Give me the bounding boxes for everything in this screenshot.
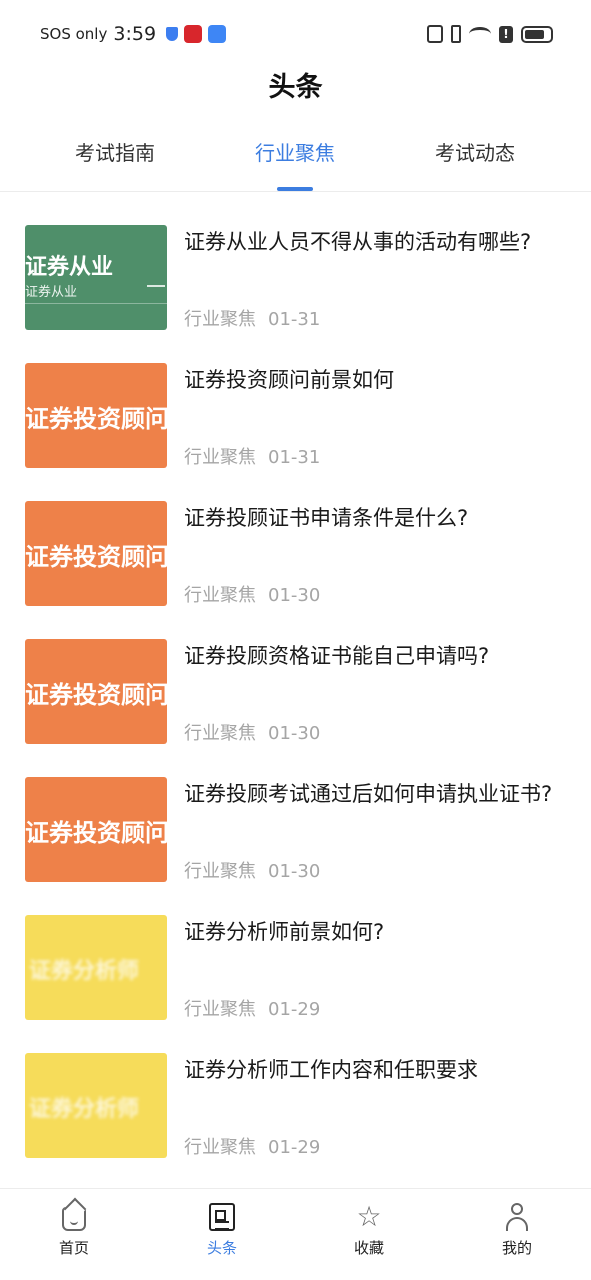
- article-thumbnail: 证券投资顾问: [25, 639, 167, 744]
- article-meta: 行业聚焦 01-30: [184, 857, 320, 883]
- nav-label: 首页: [58, 1239, 89, 1257]
- article-item[interactable]: 证券分析师 证券分析师工作内容和任职要求 行业聚焦 01-29: [0, 1021, 591, 1159]
- app-notification-icon: [184, 25, 203, 43]
- carrier-text: SOS only: [40, 25, 108, 43]
- tab-industry-focus[interactable]: 行业聚焦: [205, 136, 385, 170]
- article-item[interactable]: 证券从业 证券从业 证券从业人员不得从事的活动有哪些? 行业聚焦 01-31: [0, 193, 591, 331]
- article-meta: 行业聚焦 01-29: [184, 995, 320, 1021]
- tab-bar: 考试指南 行业聚焦 考试动态: [0, 126, 591, 192]
- article-date: 01-31: [268, 309, 321, 330]
- article-date: 01-30: [268, 861, 321, 882]
- article-date: 01-29: [268, 999, 321, 1020]
- page-title: 头条: [268, 72, 323, 103]
- thumbnail-text: 证券投资顾问: [25, 405, 167, 433]
- status-bar: SOS only 3:59 !: [0, 0, 591, 66]
- article-item[interactable]: 证券投资顾问 证券投顾证书申请条件是什么? 行业聚焦 01-30: [0, 469, 591, 607]
- news-icon: [209, 1203, 235, 1231]
- article-meta: 行业聚焦 01-31: [184, 305, 320, 331]
- article-title[interactable]: 证券从业人员不得从事的活动有哪些?: [184, 227, 564, 257]
- nav-label: 收藏: [353, 1239, 384, 1257]
- clock: 3:59: [113, 23, 157, 45]
- article-item[interactable]: 证券投资顾问 证券投顾考试通过后如何申请执业证书? 行业聚焦 01-30: [0, 745, 591, 883]
- article-item[interactable]: 证券分析师 证券分析师前景如何? 行业聚焦 01-29: [0, 883, 591, 1021]
- thumbnail-text: 证券投资顾问: [25, 819, 167, 847]
- article-category: 行业聚焦: [184, 447, 256, 468]
- thumbnail-text: 证券分析师: [29, 959, 140, 984]
- nav-home[interactable]: 首页: [29, 1203, 119, 1258]
- article-thumbnail: 证券从业 证券从业: [25, 225, 167, 330]
- thumbnail-text: 证券分析师: [29, 1097, 140, 1122]
- star-icon: ☆: [356, 1200, 382, 1233]
- nav-label: 头条: [206, 1239, 237, 1257]
- thumbnail-text: 证券投资顾问: [25, 681, 167, 709]
- article-category: 行业聚焦: [184, 999, 256, 1020]
- nav-news[interactable]: 头条: [177, 1203, 267, 1258]
- article-meta: 行业聚焦 01-30: [184, 581, 320, 607]
- article-title[interactable]: 证券分析师前景如何?: [184, 917, 564, 947]
- nfc-icon: [427, 25, 443, 43]
- article-item[interactable]: 证券投资顾问 证券投顾资格证书能自己申请吗? 行业聚焦 01-30: [0, 607, 591, 745]
- user-icon: [503, 1203, 531, 1231]
- article-title[interactable]: 证券投顾证书申请条件是什么?: [184, 503, 564, 533]
- article-title[interactable]: 证券投顾资格证书能自己申请吗?: [184, 641, 564, 671]
- article-category: 行业聚焦: [184, 585, 256, 606]
- tab-exam-guide[interactable]: 考试指南: [25, 136, 205, 170]
- article-date: 01-31: [268, 447, 321, 468]
- thumbnail-subtext: 证券从业: [25, 285, 78, 300]
- bottom-nav: 首页 头条 ☆ 收藏 我的: [0, 1188, 591, 1280]
- thumbnail-text: 证券投资顾问: [25, 543, 167, 571]
- article-category: 行业聚焦: [184, 723, 256, 744]
- article-category: 行业聚焦: [184, 861, 256, 882]
- article-thumbnail: 证券投资顾问: [25, 363, 167, 468]
- thumbnail-text: 证券从业: [25, 255, 114, 280]
- shield-icon: [166, 27, 179, 41]
- article-thumbnail: 证券分析师: [25, 1053, 167, 1158]
- vibrate-icon: [451, 25, 461, 43]
- article-date: 01-30: [268, 723, 321, 744]
- nav-profile[interactable]: 我的: [472, 1203, 562, 1258]
- nav-label: 我的: [501, 1239, 532, 1257]
- battery-icon: [521, 25, 553, 43]
- nav-favorites[interactable]: ☆ 收藏: [324, 1203, 414, 1258]
- article-item[interactable]: 证券投资顾问 证券投资顾问前景如何 行业聚焦 01-31: [0, 331, 591, 469]
- article-date: 01-29: [268, 1137, 321, 1158]
- article-meta: 行业聚焦 01-30: [184, 719, 320, 745]
- article-thumbnail: 证券投资顾问: [25, 777, 167, 882]
- article-category: 行业聚焦: [184, 1137, 256, 1158]
- article-thumbnail: 证券分析师: [25, 915, 167, 1020]
- home-icon: [62, 1207, 86, 1231]
- article-meta: 行业聚焦 01-31: [184, 443, 320, 469]
- article-meta: 行业聚焦 01-29: [184, 1133, 320, 1159]
- mail-notification-icon: [208, 25, 227, 43]
- line-decoration: [25, 303, 167, 304]
- tab-exam-news[interactable]: 考试动态: [385, 136, 565, 170]
- wifi-icon: [469, 27, 491, 41]
- article-title[interactable]: 证券投顾考试通过后如何申请执业证书?: [184, 779, 564, 809]
- wave-decoration: [147, 285, 165, 293]
- article-thumbnail: 证券投资顾问: [25, 501, 167, 606]
- alert-icon: !: [499, 25, 513, 43]
- article-date: 01-30: [268, 585, 321, 606]
- tab-active-indicator: [277, 187, 313, 191]
- article-category: 行业聚焦: [184, 309, 256, 330]
- article-title[interactable]: 证券分析师工作内容和任职要求: [184, 1055, 564, 1085]
- article-title[interactable]: 证券投资顾问前景如何: [184, 365, 564, 395]
